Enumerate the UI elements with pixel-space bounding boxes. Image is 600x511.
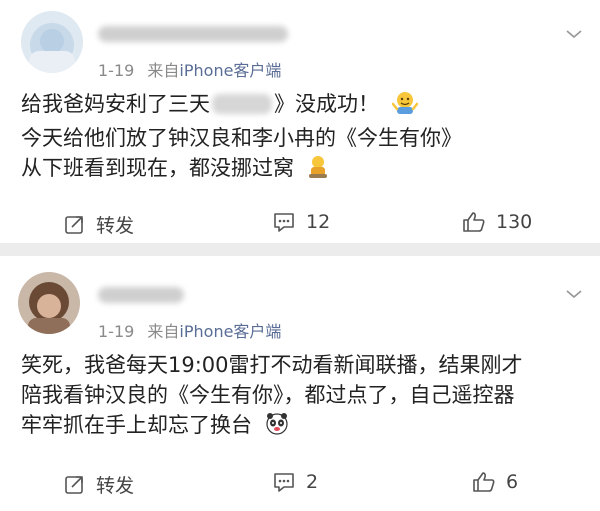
post-source[interactable]: iPhone客户端: [179, 61, 281, 80]
post-time: 1-19: [98, 322, 135, 341]
comment-button[interactable]: 2: [272, 471, 318, 493]
comment-icon: [274, 473, 294, 492]
like-count: 130: [496, 211, 533, 233]
like-count: 6: [506, 471, 519, 493]
comment-count: 2: [306, 471, 319, 493]
post-line-text: 给我爸妈安利了三天: [21, 92, 210, 116]
username-blurred[interactable]: [98, 287, 184, 303]
repost-label: 转发: [96, 475, 135, 497]
post-line: 牢牢抓在手上却忘了换台: [21, 410, 523, 444]
username-blurred[interactable]: [98, 26, 288, 42]
comment-button[interactable]: 12: [272, 211, 330, 233]
post-body: 给我爸妈安利了三天 》没成功！ 今天给他们放了钟汉良和李小冉的《今生有你》 从下班…: [21, 89, 462, 187]
avatar[interactable]: [21, 11, 83, 73]
source-prefix: 来自: [147, 322, 180, 341]
post-time: 1-19: [98, 61, 135, 80]
post-line: 从下班看到现在，都没挪过窝: [21, 153, 462, 187]
comment-count: 12: [306, 211, 331, 233]
chevron-down-icon[interactable]: [562, 282, 586, 306]
weibo-post: 1-19 来自iPhone客户端 给我爸妈安利了三天 》没成功！ 今天给他们放了钟…: [0, 0, 600, 243]
repost-button[interactable]: 转发: [64, 211, 134, 238]
chevron-down-icon[interactable]: [562, 22, 586, 46]
sitting-emoji-icon: [307, 155, 329, 187]
shrug-emoji-icon: [391, 91, 418, 123]
post-body: 笑死，我爸每天19:00雷打不动看新闻联播，结果刚才 陪我看钟汉良的《今生有你》…: [21, 350, 523, 444]
post-line-text: 》没成功！: [274, 92, 379, 116]
like-button[interactable]: 6: [472, 471, 518, 493]
like-button[interactable]: 130: [462, 211, 532, 233]
post-line-text: 从下班看到现在，都没挪过窝: [21, 156, 294, 180]
like-icon: [473, 472, 495, 492]
comment-icon: [274, 213, 294, 232]
post-line: 陪我看钟汉良的《今生有你》，都过点了，自己遥控器: [21, 383, 515, 407]
post-line: 笑死，我爸每天19:00雷打不动看新闻联播，结果刚才: [21, 353, 523, 377]
avatar[interactable]: [18, 272, 80, 334]
post-source[interactable]: iPhone客户端: [179, 322, 281, 341]
blurred-text: [212, 94, 272, 114]
repost-label: 转发: [96, 215, 135, 237]
panda-emoji-icon: [265, 412, 289, 444]
post-line: 给我爸妈安利了三天 》没成功！: [21, 89, 462, 123]
post-line-text: 牢牢抓在手上却忘了换台: [21, 413, 252, 437]
post-line: 今天给他们放了钟汉良和李小冉的《今生有你》: [21, 126, 462, 150]
post-meta: 1-19 来自iPhone客户端: [98, 318, 281, 342]
like-icon: [463, 212, 485, 232]
repost-icon: [65, 215, 83, 234]
repost-button[interactable]: 转发: [64, 471, 134, 498]
repost-icon: [65, 475, 83, 494]
post-meta: 1-19 来自iPhone客户端: [98, 57, 281, 81]
source-prefix: 来自: [147, 61, 180, 80]
